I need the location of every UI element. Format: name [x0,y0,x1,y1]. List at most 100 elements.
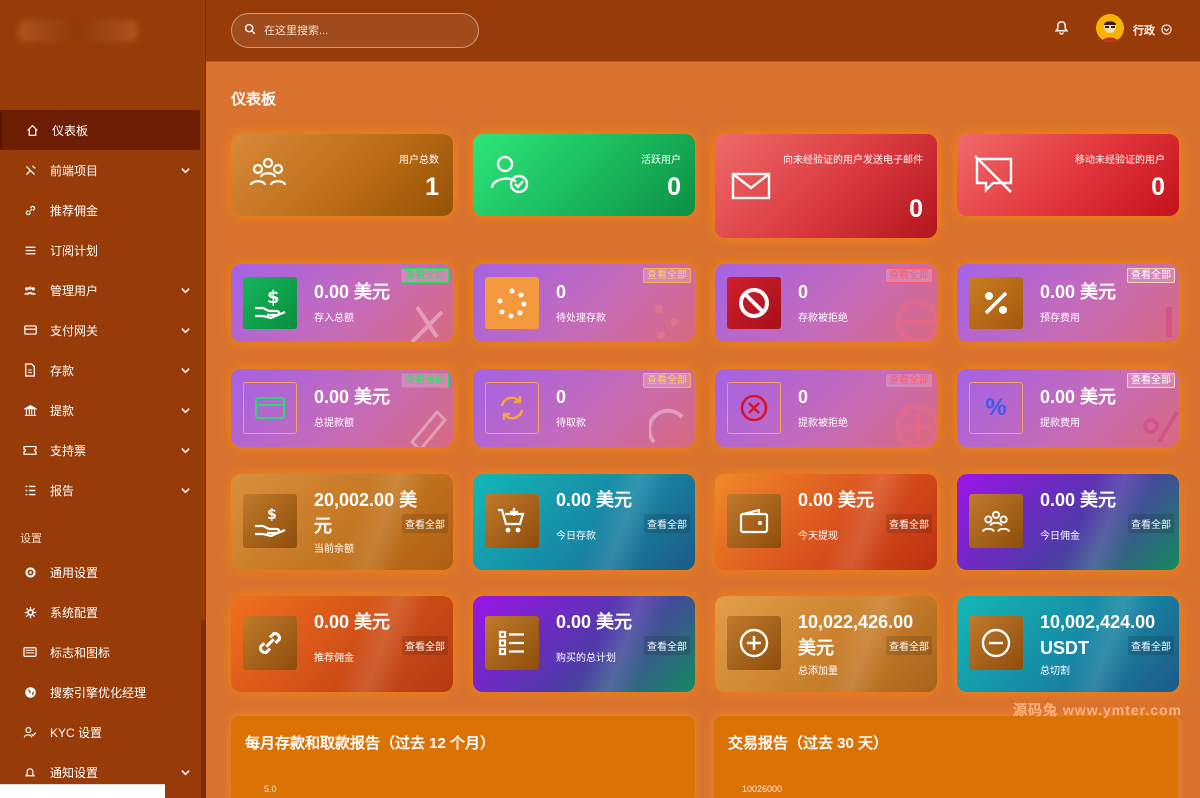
card-today-withdraw[interactable]: 0.00 美元 今天提现 查看全部 [715,474,937,570]
card-value: 0.00 美元 [798,490,875,510]
percent-icon [1149,297,1179,342]
card-label: 存入总额 [314,313,354,324]
avatar[interactable] [1096,14,1124,42]
sidebar-item-general-settings[interactable]: 通用设置 [0,552,206,592]
bell-icon [22,764,38,780]
chevron-down-icon [181,164,190,178]
card-pending-withdraw[interactable]: 0 待取款 查看全部 [473,369,695,447]
card-label: 今日佣金 [1040,531,1080,542]
card-today-deposit[interactable]: 0.00 美元 今日存款 查看全部 [473,474,695,570]
card-rejected-deposit[interactable]: 0 存款被拒绝 查看全部 [715,264,937,342]
notification-bell-icon[interactable] [1054,18,1069,40]
view-all-button[interactable]: 查看全部 [401,373,449,388]
sidebar-item-frontend[interactable]: 前端项目 [0,150,206,190]
view-all-button[interactable]: 查看全部 [643,373,691,388]
minus-circle-icon [969,616,1023,670]
search-input[interactable] [264,24,464,37]
card-label: 待处理存款 [556,313,606,324]
logo[interactable] [0,0,205,62]
card-value: 0 [798,282,809,302]
card-withdraw-fee[interactable]: % 0.00 美元 提款费用 查看全部 [957,369,1179,447]
card-label: 待取款 [556,418,586,429]
card-deposit-fee[interactable]: 0.00 美元 预存费用 查看全部 [957,264,1179,342]
view-all-button[interactable]: 查看全部 [885,373,933,388]
stat-value: 0 [909,195,923,223]
card-total-deposit[interactable]: $ 0.00 美元 存入总额 查看全部 [231,264,453,342]
sidebar-item-deposits[interactable]: 存款 [0,350,206,390]
view-all-button[interactable]: 查看全部 [1127,373,1175,388]
stat-card-total-users[interactable]: 用户总数 1 [231,134,453,216]
sidebar-item-withdrawals[interactable]: 提款 [0,390,206,430]
sidebar-item-dashboard[interactable]: 仪表板 [0,110,200,150]
card-label: 推荐佣金 [314,653,354,664]
view-all-button[interactable]: 查看全部 [1127,268,1175,283]
view-all-button[interactable]: 查看全部 [886,514,932,533]
users-icon [969,494,1023,548]
ban-icon [727,277,781,329]
percent-icon [1139,402,1179,447]
view-all-button[interactable]: 查看全部 [1128,636,1174,655]
view-all-button[interactable]: 查看全部 [644,636,690,655]
chevron-down-circle-icon[interactable] [1161,22,1172,40]
users-icon [22,282,38,298]
sidebar-item-users[interactable]: 管理用户 [0,270,206,310]
view-all-button[interactable]: 查看全部 [643,268,691,283]
sidebar-item-reports[interactable]: 报告 [0,470,206,510]
card-pending-deposit[interactable]: 0 待处理存款 查看全部 [473,264,695,342]
ban-icon [893,297,937,342]
view-all-button[interactable]: 查看全部 [402,514,448,533]
card-today-commission[interactable]: 0.00 美元 今日佣金 查看全部 [957,474,1179,570]
sidebar-item-seo[interactable]: 搜索引擎优化经理 [0,672,206,712]
view-all-button[interactable]: 查看全部 [401,268,449,283]
card-label: 提款费用 [1040,418,1080,429]
card-rejected-withdraw[interactable]: 0 提款被拒绝 查看全部 [715,369,937,447]
stat-card-active-users[interactable]: 活跃用户 0 [473,134,695,216]
card-total-withdraw[interactable]: 0.00 美元 总提款额 查看全部 [231,369,453,447]
card-total-plans[interactable]: 0.00 美元 购买的总计划 查看全部 [473,596,695,692]
stat-card-email-unverified[interactable]: 向未经验证的用户发送电子邮件 0 [715,134,937,238]
card-label: 存款被拒绝 [798,313,848,324]
card-label: 今天提现 [798,531,838,542]
view-all-button[interactable]: 查看全部 [644,514,690,533]
chevron-down-icon [181,284,190,298]
sidebar-scrollbar[interactable] [201,620,205,798]
view-all-button[interactable]: 查看全部 [402,636,448,655]
sidebar-item-kyc[interactable]: KYC 设置 [0,712,206,752]
chevron-down-icon [181,484,190,498]
view-all-button[interactable]: 查看全部 [885,268,933,283]
sidebar-item-label: 管理用户 [50,283,99,298]
credit-card-icon [243,382,297,434]
card-total-cut[interactable]: 10,002,424.00 USDT 总切割 查看全部 [957,596,1179,692]
status-strip [0,784,165,798]
sidebar-item-referral[interactable]: 推荐佣金 [0,190,206,230]
card-current-balance[interactable]: $ 20,002.00 美元 当前余额 查看全部 [231,474,453,570]
sidebar-item-label: 支付网关 [50,323,99,338]
view-all-button[interactable]: 查看全部 [1128,514,1174,533]
sidebar-item-gateways[interactable]: 支付网关 [0,310,206,350]
card-label: 当前余额 [314,544,354,555]
stat-label: 活跃用户 [641,155,681,166]
sidebar-item-system-config[interactable]: 系统配置 [0,592,206,632]
card-label: 提款被拒绝 [798,418,848,429]
hand-money-icon [407,297,447,342]
view-all-button[interactable]: 查看全部 [886,636,932,655]
search-box[interactable] [231,13,479,48]
card-referral-commission[interactable]: 0.00 美元 推荐佣金 查看全部 [231,596,453,692]
stat-card-mobile-unverified[interactable]: 移动未经验证的用户 0 [957,134,1179,216]
x-circle-icon [727,382,781,434]
user-name[interactable]: 行政 [1133,22,1155,38]
card-total-added[interactable]: 10,022,426.00 美元 总添加量 查看全部 [715,596,937,692]
card-value: 0.00 美元 [1040,282,1117,302]
page-title: 仪表板 [231,91,277,108]
sidebar-item-tickets[interactable]: 支持票 [0,430,206,470]
cart-plus-icon [485,494,539,548]
sidebar-item-label: 推荐佣金 [50,203,99,218]
sidebar-item-label: KYC 设置 [50,725,103,740]
sidebar-item-label: 订阅计划 [50,243,99,258]
sidebar-item-label: 支持票 [50,443,87,458]
refresh-icon [647,402,689,447]
home-icon [24,122,40,138]
sidebar-item-logo-icon[interactable]: 标志和图标 [0,632,206,672]
user-check-icon [489,154,531,201]
sidebar-item-plans[interactable]: 订阅计划 [0,230,206,270]
